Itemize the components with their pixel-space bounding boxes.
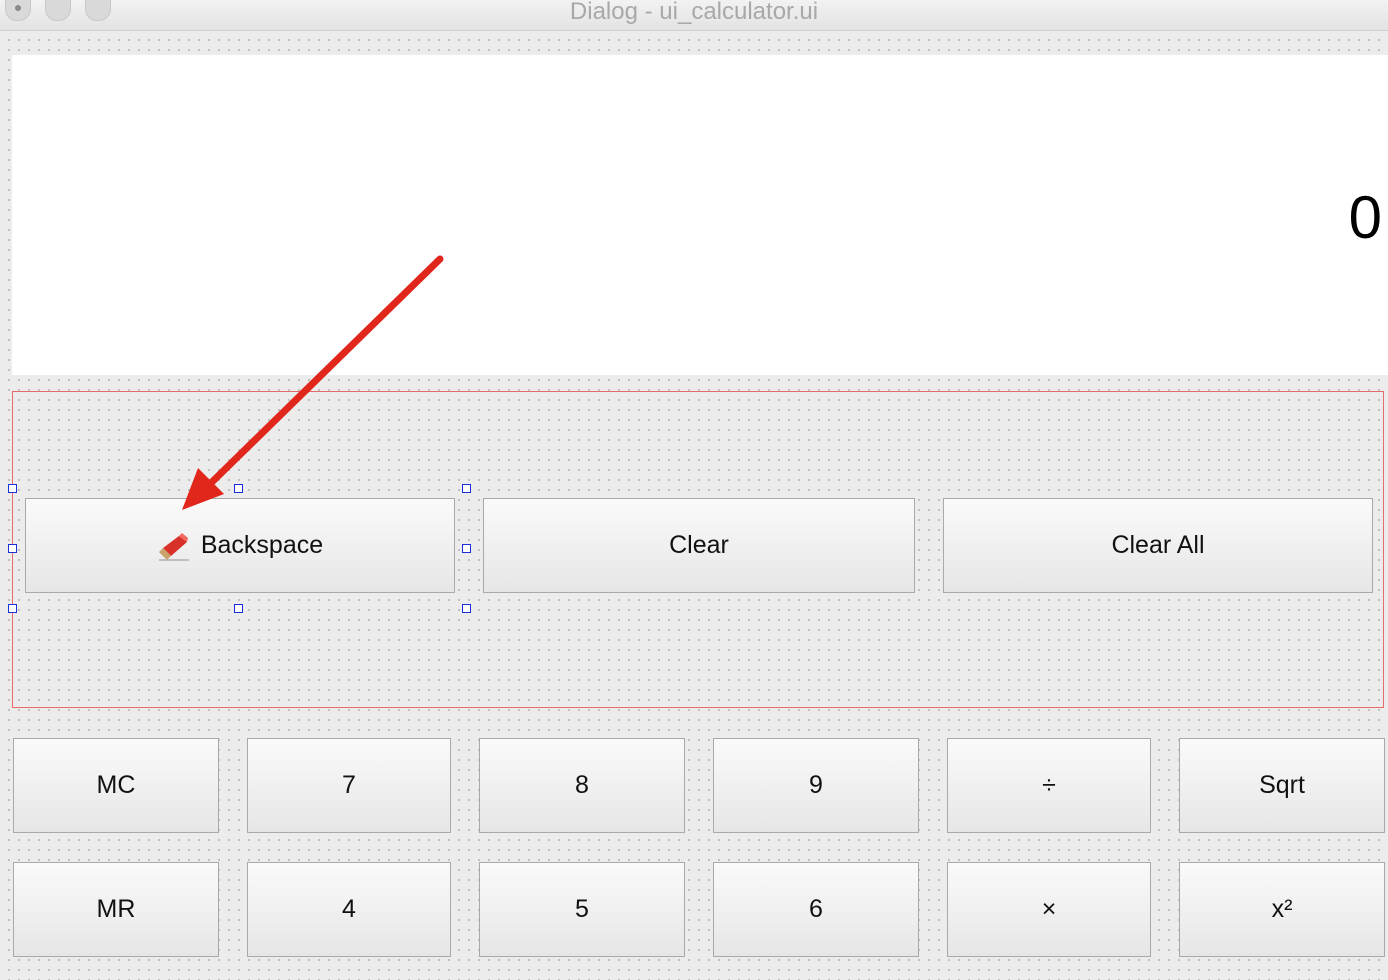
annotation-arrow-icon [182, 255, 444, 510]
